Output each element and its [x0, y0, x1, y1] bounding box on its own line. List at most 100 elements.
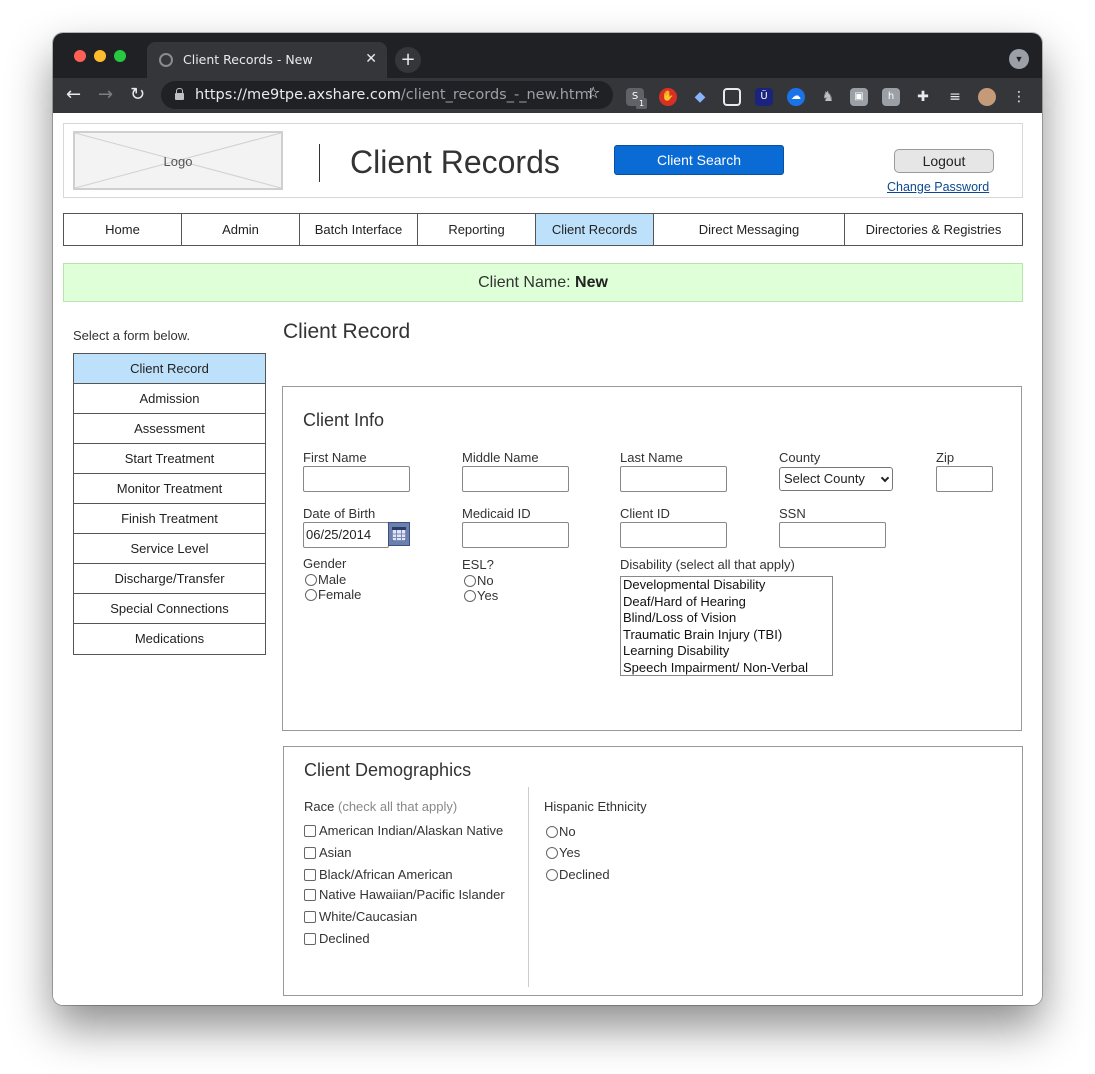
bookmark-star-icon[interactable]: ☆ — [586, 83, 600, 102]
reload-icon[interactable]: ↻ — [130, 84, 145, 105]
radio-button[interactable] — [464, 590, 476, 602]
radio-button[interactable] — [464, 575, 476, 587]
desktop-backdrop: Client Records - New ✕ + ▼ ← → ↻ https:/… — [0, 0, 1095, 1074]
radio-button[interactable] — [546, 869, 558, 881]
forward-arrow-icon[interactable]: → — [98, 84, 113, 105]
screenshot-icon[interactable] — [723, 88, 741, 106]
browser-tab[interactable]: Client Records - New ✕ — [147, 42, 387, 78]
gender-option-female[interactable]: Female — [305, 587, 361, 602]
dob-input[interactable]: 06/25/2014 — [303, 522, 389, 548]
client-demographics-panel: Client Demographics Race (check all that… — [283, 746, 1023, 996]
close-tab-icon[interactable]: ✕ — [365, 51, 377, 67]
checkbox[interactable] — [304, 933, 316, 945]
nav-reporting[interactable]: Reporting — [418, 214, 536, 245]
globe-icon — [159, 53, 173, 67]
nav-batch-interface[interactable]: Batch Interface — [300, 214, 418, 245]
playlist-icon[interactable]: ≡ — [946, 88, 964, 106]
ssn-input[interactable] — [779, 522, 886, 548]
middle-name-input[interactable] — [462, 466, 569, 492]
nav-directories-registries[interactable]: Directories & Registries — [845, 214, 1022, 245]
close-window-button[interactable] — [74, 50, 86, 62]
list-item[interactable]: Traumatic Brain Injury (TBI) — [621, 627, 832, 644]
list-item[interactable]: Blind/Loss of Vision — [621, 610, 832, 627]
client-id-input[interactable] — [620, 522, 727, 548]
u-icon[interactable]: Ü — [755, 88, 773, 106]
list-item[interactable]: Developmental Disability — [621, 577, 832, 594]
change-password-link[interactable]: Change Password — [887, 180, 989, 194]
client-id-label: Client ID — [620, 506, 670, 521]
esl-option-no[interactable]: No — [464, 573, 494, 588]
disability-listbox[interactable]: Developmental Disability Deaf/Hard of He… — [620, 576, 833, 676]
site-header: Logo Client Records Client Search Logout… — [63, 123, 1023, 198]
sidebar-item-medications[interactable]: Medications — [74, 624, 265, 654]
new-tab-button[interactable]: + — [395, 47, 421, 73]
checkbox[interactable] — [304, 847, 316, 859]
h-icon[interactable]: h — [882, 88, 900, 106]
checkbox[interactable] — [304, 825, 316, 837]
sidebar-item-finish-treatment[interactable]: Finish Treatment — [74, 504, 265, 534]
ethnicity-option-no[interactable]: No — [546, 824, 576, 839]
medicaid-id-input[interactable] — [462, 522, 569, 548]
zoom-window-button[interactable] — [114, 50, 126, 62]
race-option-american-indian[interactable]: American Indian/Alaskan Native — [304, 823, 503, 838]
gender-option-male[interactable]: Male — [305, 572, 346, 587]
sidebar-item-client-record[interactable]: Client Record — [74, 354, 265, 384]
sidebar-hint: Select a form below. — [73, 328, 191, 343]
sidebar-item-service-level[interactable]: Service Level — [74, 534, 265, 564]
sidebar-item-admission[interactable]: Admission — [74, 384, 265, 414]
ssn-label: SSN — [779, 506, 806, 521]
nav-direct-messaging[interactable]: Direct Messaging — [654, 214, 845, 245]
race-option-white[interactable]: White/Caucasian — [304, 909, 417, 924]
radio-button[interactable] — [305, 589, 317, 601]
diamond-icon[interactable]: ◆ — [691, 88, 709, 106]
list-item[interactable]: Learning Disability — [621, 643, 832, 660]
puppy-icon[interactable]: ♞ — [819, 88, 837, 106]
nav-home[interactable]: Home — [64, 214, 182, 245]
race-option-native-hawaiian[interactable]: Native Hawaiian/Pacific Islander — [304, 887, 505, 902]
column-divider — [528, 787, 529, 987]
first-name-label: First Name — [303, 450, 367, 465]
radio-button[interactable] — [546, 847, 558, 859]
puzzle-icon[interactable]: ✚ — [914, 88, 932, 106]
race-option-black[interactable]: Black/African American — [304, 867, 453, 882]
race-label: Race (check all that apply) — [304, 799, 458, 814]
gender-label: Gender — [303, 556, 347, 571]
race-option-declined[interactable]: Declined — [304, 931, 370, 946]
ethnicity-option-yes[interactable]: Yes — [546, 845, 580, 860]
minimize-window-button[interactable] — [94, 50, 106, 62]
sidebar-item-start-treatment[interactable]: Start Treatment — [74, 444, 265, 474]
cloud-icon[interactable]: ☁ — [787, 88, 805, 106]
back-arrow-icon[interactable]: ← — [66, 84, 81, 105]
checkbox[interactable] — [304, 911, 316, 923]
radio-button[interactable] — [305, 574, 317, 586]
stop-hand-icon[interactable]: ✋ — [659, 88, 677, 106]
calendar-icon[interactable] — [388, 522, 410, 546]
avatar-icon[interactable] — [978, 88, 996, 106]
first-name-input[interactable] — [303, 466, 410, 492]
list-item[interactable]: Speech Impairment/ Non-Verbal — [621, 660, 832, 675]
sidebar-item-discharge-transfer[interactable]: Discharge/Transfer — [74, 564, 265, 594]
sidebar-item-monitor-treatment[interactable]: Monitor Treatment — [74, 474, 265, 504]
nav-client-records[interactable]: Client Records — [536, 214, 654, 245]
checkbox[interactable] — [304, 869, 316, 881]
last-name-input[interactable] — [620, 466, 727, 492]
image-icon[interactable]: ▣ — [850, 88, 868, 106]
radio-button[interactable] — [546, 826, 558, 838]
esl-option-yes[interactable]: Yes — [464, 588, 498, 603]
calendar-icon-glyph — [392, 527, 406, 541]
logout-button[interactable]: Logout — [894, 149, 994, 173]
section-title: Client Record — [283, 320, 411, 343]
kebab-menu-icon[interactable]: ⋮ — [1010, 88, 1028, 106]
address-bar[interactable]: https://me9tpe.axshare.com/client_record… — [161, 81, 613, 109]
nav-admin[interactable]: Admin — [182, 214, 300, 245]
client-search-button[interactable]: Client Search — [614, 145, 784, 175]
sidebar-item-special-connections[interactable]: Special Connections — [74, 594, 265, 624]
list-item[interactable]: Deaf/Hard of Hearing — [621, 594, 832, 611]
checkbox[interactable] — [304, 889, 316, 901]
zip-input[interactable] — [936, 466, 993, 492]
ethnicity-option-declined[interactable]: Declined — [546, 867, 610, 882]
county-select[interactable]: Select County — [779, 467, 893, 491]
race-option-asian[interactable]: Asian — [304, 845, 352, 860]
sidebar-item-assessment[interactable]: Assessment — [74, 414, 265, 444]
tab-search-icon[interactable]: ▼ — [1009, 49, 1029, 69]
